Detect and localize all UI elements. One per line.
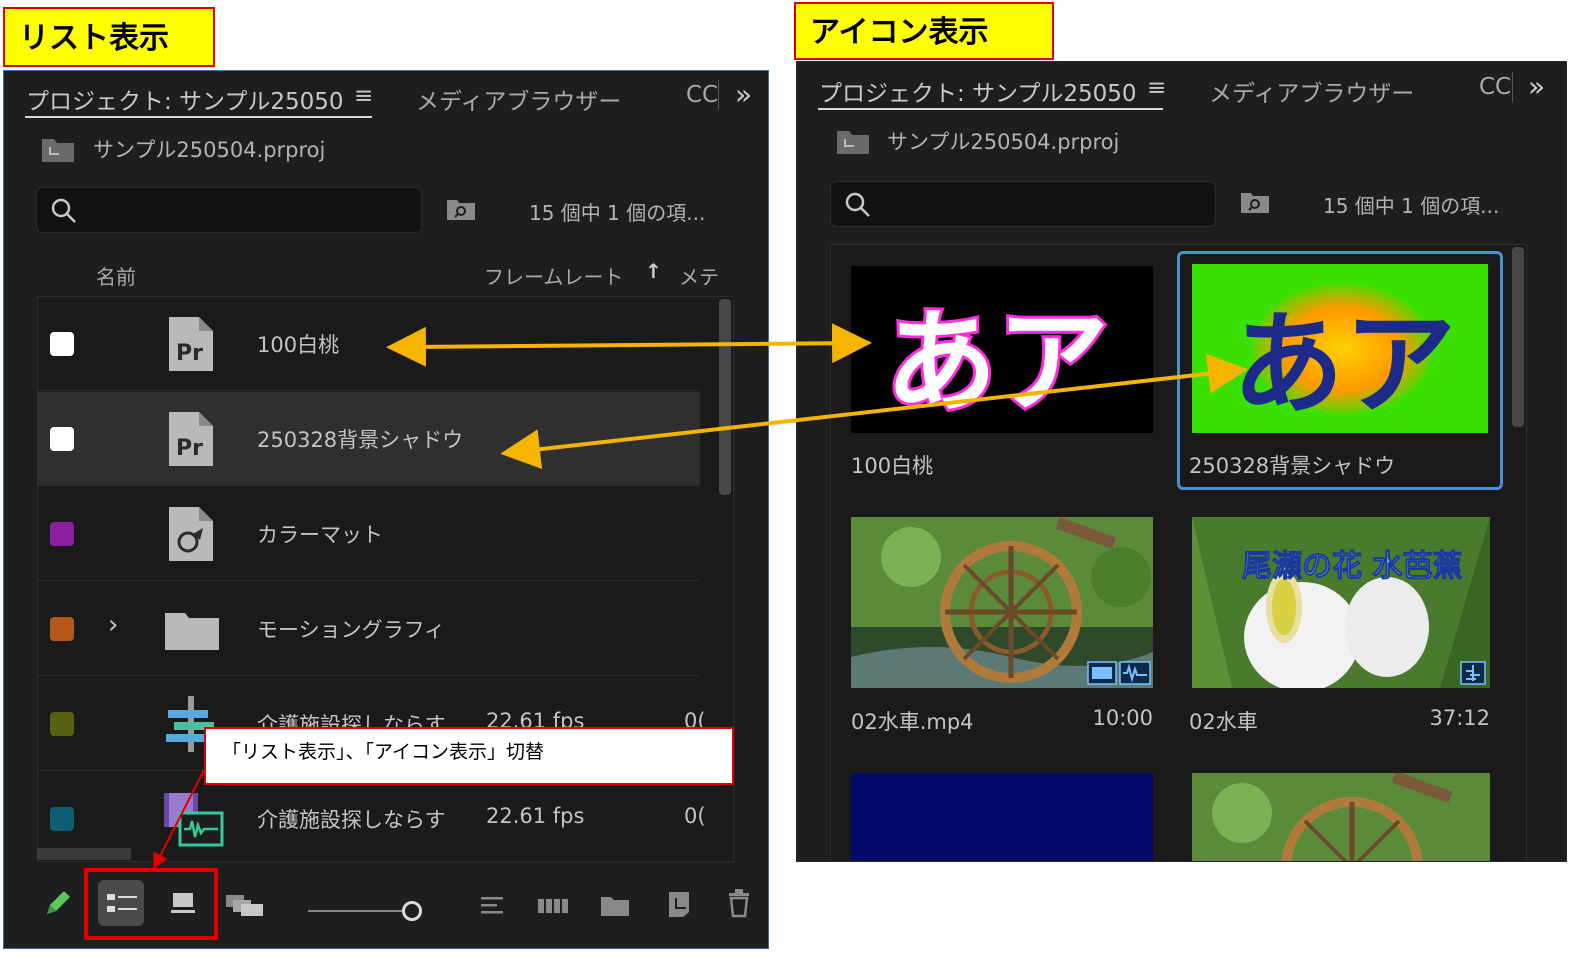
list-item[interactable]: Pr 100白桃 xyxy=(38,297,700,391)
tab-cc[interactable]: CC xyxy=(1479,74,1511,100)
tab-project[interactable]: プロジェクト: サンプル25050 xyxy=(26,82,344,116)
thumbnail-250328-shadow[interactable]: あア xyxy=(1192,264,1488,433)
video-audio-clip-icon xyxy=(164,793,224,847)
project-panel-list: プロジェクト: サンプル25050 ≡ メディアブラウザー CC » サンプル2… xyxy=(3,70,769,949)
search-icon xyxy=(845,192,870,217)
tab-media-browser[interactable]: メディアブラウザー xyxy=(1209,74,1414,108)
zoom-slider[interactable] xyxy=(308,901,432,921)
view-toggle-highlight xyxy=(84,868,218,940)
icon-view-title: アイコン表示 xyxy=(794,2,1054,60)
folder-icon xyxy=(165,613,219,650)
freeform-view-icon[interactable] xyxy=(225,893,265,917)
list-item[interactable]: カラーマット xyxy=(38,487,700,581)
list-view-title: リスト表示 xyxy=(3,7,215,67)
pencil-icon[interactable] xyxy=(43,888,71,918)
label-color-swatch[interactable] xyxy=(50,617,74,641)
label-color-swatch[interactable] xyxy=(50,332,74,356)
project-filename: サンプル250504.prproj xyxy=(93,138,326,162)
tab-divider xyxy=(718,80,719,110)
list-horizontal-scrollbar[interactable] xyxy=(37,848,131,860)
thumbnail-duration: 37:12 xyxy=(1429,706,1490,730)
svg-text:Pr: Pr xyxy=(176,436,203,461)
thumbnail-caption: 02水車.mp4 xyxy=(851,710,974,734)
sequence-badge-icon xyxy=(1460,661,1486,685)
new-bin-icon[interactable] xyxy=(600,892,630,918)
find-bin-icon[interactable] xyxy=(1240,190,1270,214)
panel-menu-icon[interactable]: ≡ xyxy=(1147,75,1166,101)
video-audio-badge-icon xyxy=(1087,661,1151,685)
search-icon xyxy=(51,198,76,223)
thumbnail-caption: 02水車 xyxy=(1189,710,1258,734)
project-filename: サンプル250504.prproj xyxy=(887,130,1120,154)
sort-icon[interactable] xyxy=(479,893,505,919)
thumbnail-02suisha[interactable]: 尾瀬の花 水芭蕉 xyxy=(1192,517,1490,688)
tab-media-browser[interactable]: メディアブラウザー xyxy=(416,82,621,116)
label-color-swatch[interactable] xyxy=(50,427,74,451)
item-frame-rate: 22.61 fps xyxy=(486,804,585,828)
item-count: 15 個中 1 個の項... xyxy=(1323,194,1500,218)
column-header-meta[interactable]: メテ xyxy=(679,261,719,290)
active-tab-underline xyxy=(818,108,1163,110)
project-folder-icon xyxy=(837,131,869,154)
grid-scrollbar[interactable] xyxy=(1512,247,1524,427)
list-item[interactable]: 介護施設探しならす 22.61 fps 0( xyxy=(38,772,706,861)
thumbnail-caption: 250328背景シャドウ xyxy=(1189,454,1396,478)
label-color-swatch[interactable] xyxy=(50,712,74,736)
item-meta: 0( xyxy=(684,804,706,828)
overflow-chevron-icon[interactable]: » xyxy=(735,78,752,111)
project-item-grid: あア 100白桃 あア 250328背景シャドウ 02水車.mp4 10:00 … xyxy=(830,244,1527,862)
active-tab-underline xyxy=(25,116,372,118)
tab-project[interactable]: プロジェクト: サンプル25050 xyxy=(819,74,1137,108)
item-name: カラーマット xyxy=(257,523,383,547)
thumbnail-color-matte[interactable] xyxy=(851,773,1153,861)
item-count: 15 個中 1 個の項... xyxy=(529,201,706,225)
label-color-swatch[interactable] xyxy=(50,522,74,546)
new-item-icon[interactable] xyxy=(666,890,692,918)
view-toggle-annotation: 「リスト表示」、「アイコン表示」切替 xyxy=(204,727,734,785)
project-panel-icon: プロジェクト: サンプル25050 ≡ メディアブラウザー CC » サンプル2… xyxy=(796,61,1567,862)
premiere-sequence-icon: Pr xyxy=(169,412,213,466)
thumb-text: 尾瀬の花 水芭蕉 xyxy=(1241,549,1463,585)
thumb-text: あア xyxy=(882,295,1112,431)
item-name: 介護施設探しならす xyxy=(257,808,446,832)
column-header-frame-rate[interactable]: フレームレート xyxy=(484,261,623,290)
search-input[interactable] xyxy=(830,181,1216,227)
water-wheel-image xyxy=(1192,773,1490,861)
item-name: 100白桃 xyxy=(257,333,340,357)
sort-ascending-icon: ↑ xyxy=(645,259,662,283)
list-scrollbar[interactable] xyxy=(719,299,731,495)
search-input[interactable] xyxy=(36,187,422,233)
item-name: 250328背景シャドウ xyxy=(257,428,464,452)
thumbnail-02suisha-mp4[interactable] xyxy=(851,517,1153,688)
list-item[interactable]: › モーショングラフィ xyxy=(38,582,700,676)
tab-cc[interactable]: CC xyxy=(686,82,718,108)
panel-menu-icon[interactable]: ≡ xyxy=(354,83,373,109)
thumbnail-100hakuto[interactable]: あア xyxy=(851,266,1153,433)
item-name: モーショングラフィ xyxy=(257,618,446,642)
automate-to-sequence-icon[interactable] xyxy=(537,893,569,919)
list-item[interactable]: Pr 250328背景シャドウ xyxy=(38,392,700,486)
project-folder-icon xyxy=(42,139,74,162)
premiere-sequence-icon: Pr xyxy=(169,317,213,371)
thumbnail-duration: 10:00 xyxy=(1092,706,1153,730)
thumbnail-water-wheel-partial[interactable] xyxy=(1192,773,1490,861)
overflow-chevron-icon[interactable]: » xyxy=(1528,70,1545,103)
svg-text:Pr: Pr xyxy=(176,341,203,366)
expand-chevron-icon[interactable]: › xyxy=(108,610,118,640)
thumbnail-caption: 100白桃 xyxy=(851,454,934,478)
tab-divider xyxy=(1512,72,1513,102)
thumb-text: あア xyxy=(1232,300,1456,430)
find-bin-icon[interactable] xyxy=(446,197,476,221)
trash-icon[interactable] xyxy=(727,888,751,918)
column-header-name[interactable]: 名前 xyxy=(96,261,136,290)
label-color-swatch[interactable] xyxy=(50,807,74,831)
color-matte-icon xyxy=(169,507,213,561)
